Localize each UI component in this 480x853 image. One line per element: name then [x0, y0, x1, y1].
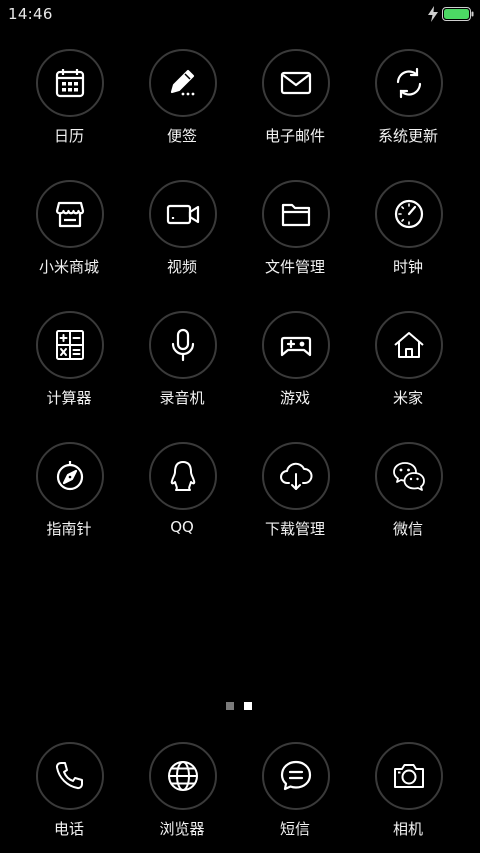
- dock-camera[interactable]: 相机: [354, 742, 464, 853]
- app-mi-store[interactable]: 小米商城: [15, 180, 125, 300]
- app-label: 便签: [166, 127, 197, 145]
- refresh-icon: [396, 67, 422, 99]
- calculator-icon: [56, 330, 84, 360]
- app-label: 游戏: [279, 389, 310, 407]
- app-label: 相机: [392, 820, 423, 838]
- app-icon-ring: [262, 180, 330, 248]
- app-label: 系统更新: [377, 127, 438, 145]
- app-calculator[interactable]: 计算器: [15, 311, 125, 431]
- app-label: 米家: [392, 389, 423, 407]
- app-label: 日历: [53, 127, 84, 145]
- app-label: 文件管理: [264, 258, 325, 276]
- app-label: 录音机: [159, 389, 205, 407]
- app-recorder[interactable]: 录音机: [128, 311, 238, 431]
- wechat-icon: [393, 462, 425, 491]
- dock-phone[interactable]: 电话: [15, 742, 125, 853]
- app-label: 微信: [392, 520, 423, 538]
- app-label: 电子邮件: [264, 127, 325, 145]
- globe-icon: [168, 761, 198, 791]
- app-label: 电话: [53, 820, 84, 838]
- app-wechat[interactable]: 微信: [354, 442, 464, 562]
- app-icon-ring: [36, 311, 104, 379]
- app-label: 时钟: [392, 258, 423, 276]
- app-icon-ring: [262, 49, 330, 117]
- mail-icon: [280, 71, 312, 95]
- app-icon-ring: [262, 742, 330, 810]
- app-games[interactable]: 游戏: [241, 311, 351, 431]
- dock-messages[interactable]: 短信: [241, 742, 351, 853]
- home-screen: 14:46 日历 便签 电子邮件 系统更新 小米商城 视频 文件管理 时钟 计算…: [0, 0, 480, 853]
- app-icon-ring: [149, 49, 217, 117]
- cloud-download-icon: [280, 462, 313, 490]
- app-qq[interactable]: QQ: [128, 442, 238, 562]
- note-pen-icon: [170, 69, 195, 96]
- app-label: 小米商城: [38, 258, 99, 276]
- page-dot-1[interactable]: [226, 702, 234, 710]
- status-time: 14:46: [8, 5, 53, 23]
- dock-browser[interactable]: 浏览器: [128, 742, 238, 853]
- app-label: 指南针: [46, 520, 92, 538]
- microphone-icon: [171, 328, 195, 362]
- app-label: 视频: [166, 258, 197, 276]
- phone-icon: [55, 762, 83, 790]
- page-dot-2-active[interactable]: [244, 702, 252, 710]
- home-icon: [394, 332, 424, 358]
- video-camera-icon: [166, 204, 200, 225]
- app-label: QQ: [170, 518, 194, 536]
- app-label: 下载管理: [264, 520, 325, 538]
- app-icon-ring: [149, 742, 217, 810]
- app-icon-ring: [375, 311, 443, 379]
- app-icon-ring: [375, 742, 443, 810]
- app-icon-ring: [36, 180, 104, 248]
- app-download-manager[interactable]: 下载管理: [241, 442, 351, 562]
- app-compass[interactable]: 指南针: [15, 442, 125, 562]
- gamepad-icon: [280, 336, 312, 357]
- app-icon-ring: [36, 742, 104, 810]
- app-icon-ring: [36, 49, 104, 117]
- qq-penguin-icon: [170, 461, 196, 491]
- app-icon-ring: [149, 311, 217, 379]
- app-icon-ring: [375, 180, 443, 248]
- app-icon-ring: [149, 442, 217, 510]
- compass-icon: [56, 461, 84, 491]
- app-label: 计算器: [46, 389, 92, 407]
- app-icon-ring: [375, 49, 443, 117]
- app-email[interactable]: 电子邮件: [241, 49, 351, 169]
- app-mi-home[interactable]: 米家: [354, 311, 464, 431]
- app-video[interactable]: 视频: [128, 180, 238, 300]
- app-notes[interactable]: 便签: [128, 49, 238, 169]
- calendar-icon: [55, 69, 85, 98]
- app-icon-ring: [36, 442, 104, 510]
- store-icon: [55, 201, 85, 228]
- charging-icon: [428, 6, 438, 22]
- app-label: 短信: [279, 820, 310, 838]
- clock-icon: [394, 199, 424, 229]
- app-label: 浏览器: [159, 820, 205, 838]
- folder-icon: [281, 203, 311, 227]
- app-icon-ring: [262, 311, 330, 379]
- app-icon-ring: [375, 442, 443, 510]
- app-system-update[interactable]: 系统更新: [354, 49, 464, 169]
- camera-icon: [394, 764, 424, 788]
- app-icon-ring: [262, 442, 330, 510]
- app-file-manager[interactable]: 文件管理: [241, 180, 351, 300]
- app-icon-ring: [149, 180, 217, 248]
- app-calendar[interactable]: 日历: [15, 49, 125, 169]
- message-icon: [280, 760, 312, 791]
- app-clock[interactable]: 时钟: [354, 180, 464, 300]
- battery-icon: [442, 7, 474, 21]
- status-bar: 14:46: [0, 0, 480, 28]
